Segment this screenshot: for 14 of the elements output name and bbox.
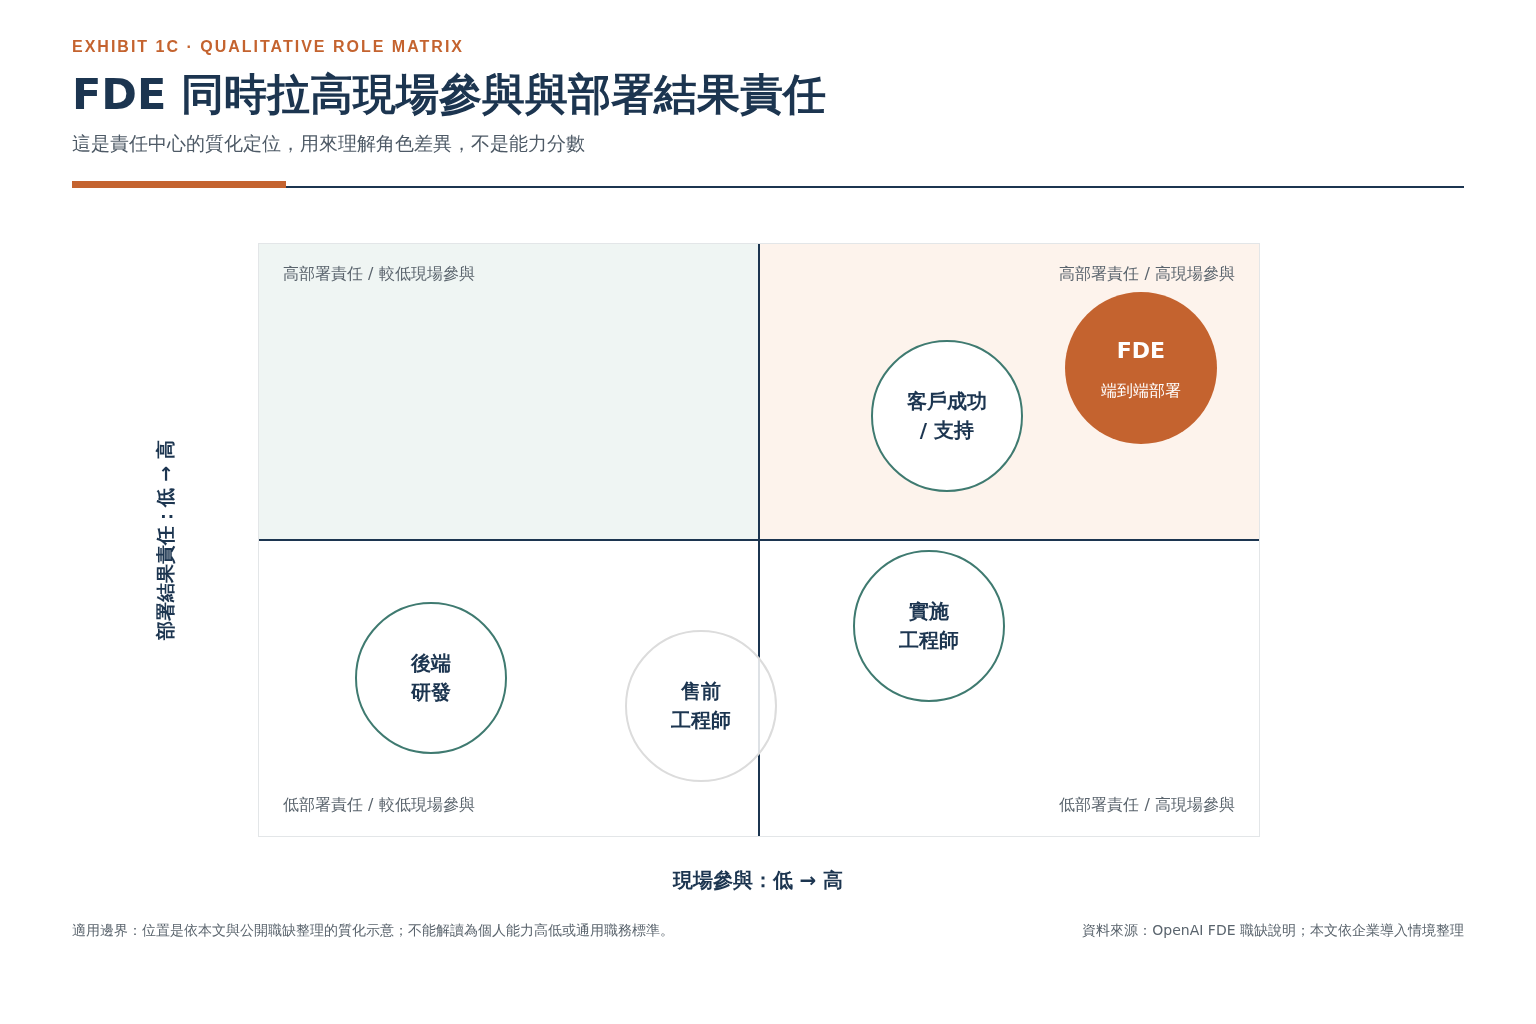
y-axis-label: 部署結果責任：低 → 高 [153,440,177,641]
footnote: 適用邊界：位置是依本文與公開職缺整理的質化示意；不能解讀為個人能力高低或通用職務標準。 [72,922,674,941]
role-bubble: 售前 工程師 [625,630,777,783]
quadrant-label: 低部署責任 / 較低現場參與 [283,795,475,817]
quadrant-label: 高部署責任 / 高現場參與 [1059,264,1235,286]
source-note: 資料來源：OpenAI FDE 職缺說明；本文依企業導入情境整理 [1082,922,1464,941]
subtitle: 這是責任中心的質化定位，用來理解角色差異，不是能力分數 [72,131,586,157]
role-bubble: 實施 工程師 [853,550,1005,703]
quadrant-label: 低部署責任 / 高現場參與 [1059,795,1235,817]
role-bubble: 後端 研發 [355,602,507,755]
page-title: FDE 同時拉高現場參與與部署結果責任 [72,70,828,120]
exhibit-label: EXHIBIT 1C · QUALITATIVE ROLE MATRIX [72,38,465,56]
quadrant-label: 高部署責任 / 較低現場參與 [283,264,475,286]
x-axis-label: 現場參與：低 → 高 [671,867,845,895]
